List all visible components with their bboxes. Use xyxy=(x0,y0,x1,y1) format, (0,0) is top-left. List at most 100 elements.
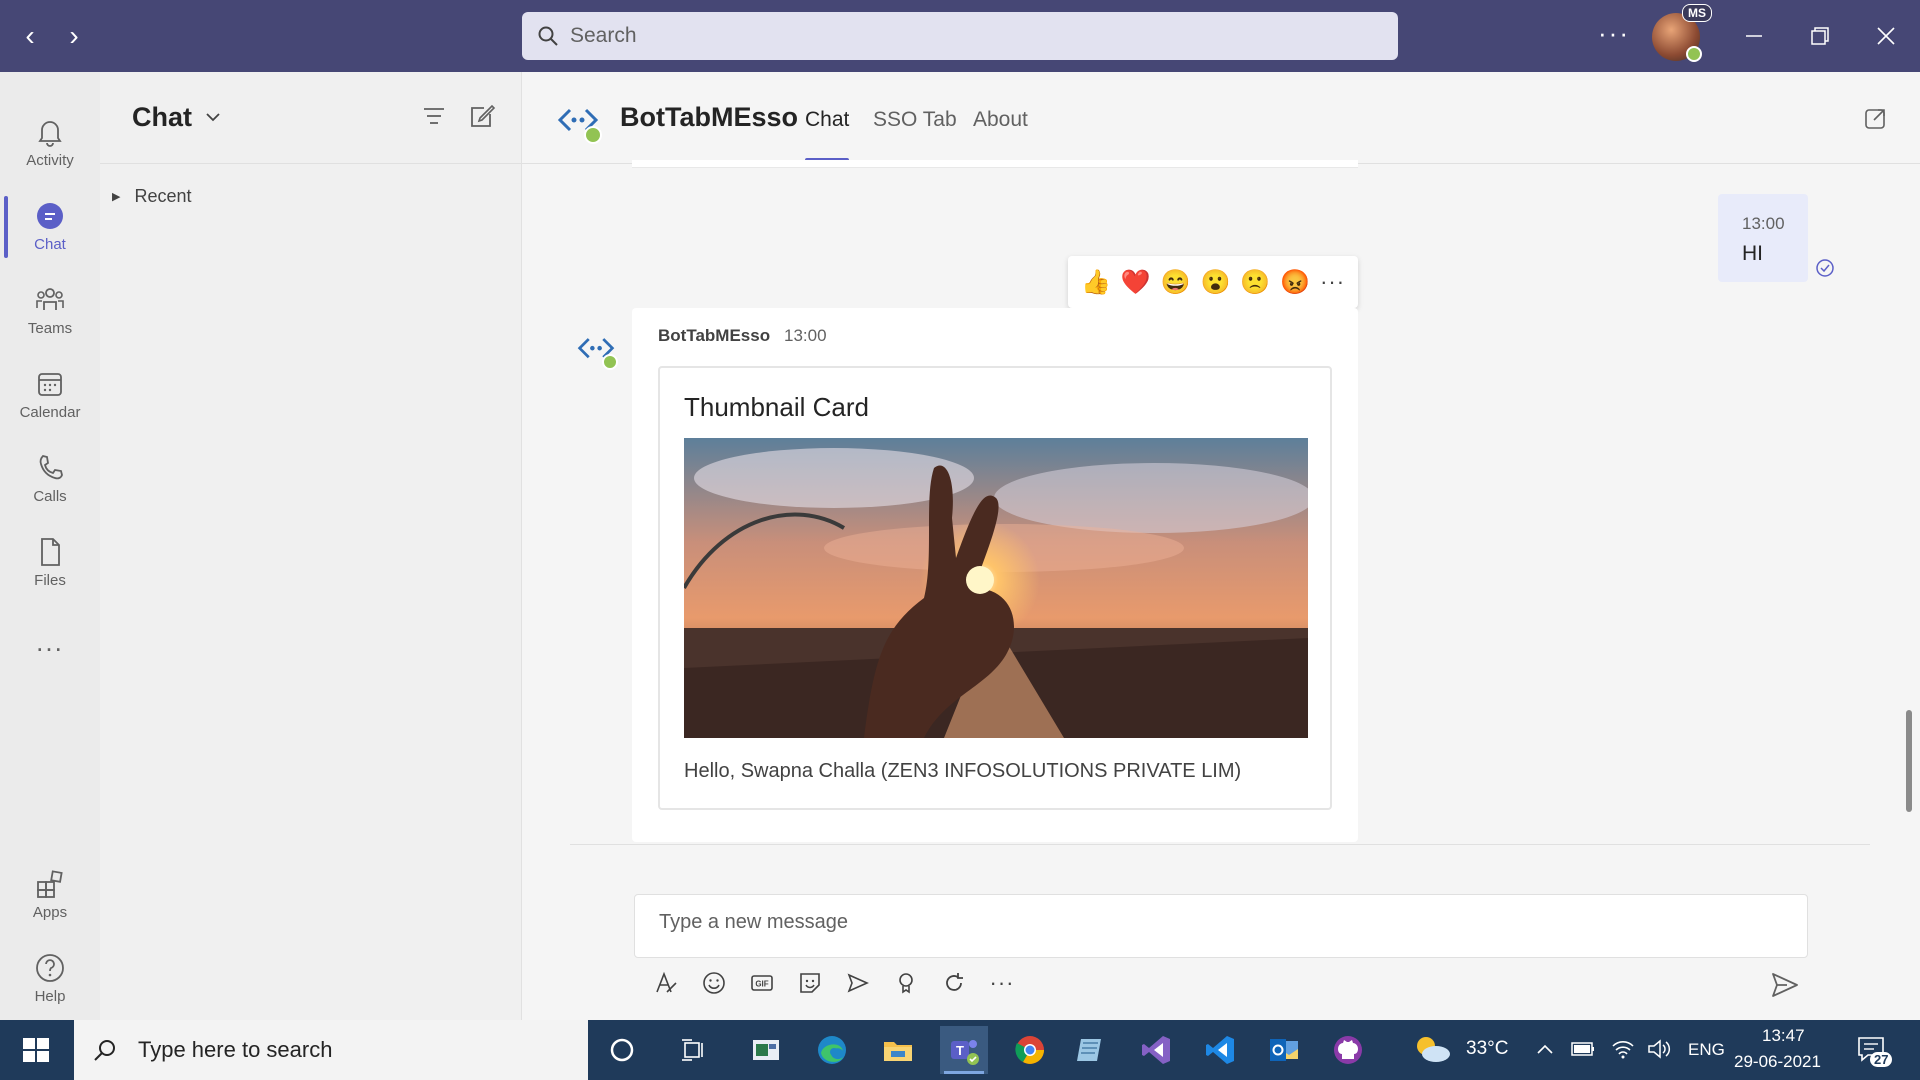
card-text: Hello, Swapna Challa (ZEN3 INFOSOLUTIONS… xyxy=(684,760,1242,782)
search-icon xyxy=(94,1040,115,1061)
cortana-icon[interactable] xyxy=(598,1026,646,1074)
more-options-icon[interactable]: ··· xyxy=(1598,18,1630,49)
presence-available-icon xyxy=(602,354,618,370)
sent-message-text: HI xyxy=(1742,242,1763,265)
chat-list-title: Chat xyxy=(132,102,192,132)
heart-reaction-icon[interactable]: ❤️ xyxy=(1121,268,1151,297)
back-arrow-icon[interactable]: ‹ xyxy=(12,18,48,54)
minimize-icon[interactable] xyxy=(1732,14,1776,58)
rail-item-files[interactable]: Files xyxy=(0,522,100,602)
thumbnail-card: Thumbnail Card Hello, Swapna Challa (ZEN… xyxy=(658,366,1332,810)
notepad-app-icon[interactable] xyxy=(1066,1026,1114,1074)
bot-message[interactable]: BotTabMEsso 13:00 Thumbnail Card Hello, … xyxy=(632,308,1358,842)
taskbar: T 33°C ENG 13:47 29-06-2021 27 xyxy=(0,1020,1920,1080)
teams-app-icon[interactable]: T xyxy=(940,1026,988,1074)
battery-icon[interactable] xyxy=(1570,1038,1596,1060)
send-icon[interactable] xyxy=(1770,970,1800,1000)
more-options-icon[interactable]: ··· xyxy=(978,966,1026,1000)
conversation-scrollbar[interactable] xyxy=(1906,710,1912,812)
sticker-icon[interactable] xyxy=(786,966,834,1000)
laugh-reaction-icon[interactable]: 😄 xyxy=(1161,268,1191,297)
rail-label: Help xyxy=(34,987,66,1005)
popout-icon[interactable] xyxy=(1862,104,1890,132)
taskbar-search-box[interactable] xyxy=(74,1020,588,1080)
card-title: Thumbnail Card xyxy=(684,392,869,422)
wifi-icon[interactable] xyxy=(1610,1036,1636,1062)
rail-item-apps[interactable]: Apps xyxy=(0,854,100,934)
chrome-icon[interactable] xyxy=(1006,1026,1054,1074)
rail-item-calls[interactable]: Calls xyxy=(0,438,100,518)
chevron-up-icon[interactable] xyxy=(1536,1042,1554,1056)
tab-chat[interactable]: Chat xyxy=(805,108,849,132)
rail-item-teams[interactable]: Teams xyxy=(0,270,100,350)
github-desktop-icon[interactable] xyxy=(1324,1026,1372,1074)
new-chat-icon[interactable] xyxy=(466,100,498,132)
edge-browser-icon[interactable] xyxy=(808,1026,856,1074)
weather-icon[interactable] xyxy=(1412,1032,1452,1066)
more-apps-icon[interactable]: ... xyxy=(0,602,100,682)
praise-icon[interactable] xyxy=(882,966,930,1000)
sad-reaction-icon[interactable]: 🙁 xyxy=(1240,268,1270,297)
snipping-tool-icon[interactable] xyxy=(742,1026,790,1074)
tab-about[interactable]: About xyxy=(973,108,1028,132)
rail-item-chat[interactable]: Chat xyxy=(0,186,100,266)
loop-icon[interactable] xyxy=(930,966,978,1000)
recent-label: Recent xyxy=(134,186,192,206)
surprised-reaction-icon[interactable]: 😮 xyxy=(1201,268,1231,297)
rail-item-help[interactable]: Help xyxy=(0,938,100,1018)
angry-reaction-icon[interactable]: 😡 xyxy=(1280,268,1310,297)
file-explorer-icon[interactable] xyxy=(874,1026,922,1074)
emoji-icon[interactable] xyxy=(690,966,738,1000)
title-bar: ‹ › ··· MS xyxy=(0,0,1920,72)
conversation-header: BotTabMEsso Chat SSO Tab About xyxy=(522,72,1920,164)
windows-start-icon[interactable] xyxy=(20,1034,52,1066)
rail-label: Calls xyxy=(33,487,67,505)
apps-icon xyxy=(37,869,63,898)
card-image xyxy=(684,438,1308,738)
filter-icon[interactable] xyxy=(418,100,450,132)
input-language[interactable]: ENG xyxy=(1688,1040,1725,1060)
search-box[interactable] xyxy=(522,12,1398,60)
vs-code-icon[interactable] xyxy=(1196,1026,1244,1074)
calendar-icon xyxy=(38,372,62,396)
rail-label: Files xyxy=(34,571,66,589)
chat-list-header: Chat xyxy=(100,72,521,164)
sent-message[interactable]: 13:00 HI xyxy=(1718,194,1808,282)
clock-date[interactable]: 29-06-2021 xyxy=(1734,1052,1821,1072)
meet-now-icon[interactable] xyxy=(834,966,882,1000)
forward-arrow-icon[interactable]: › xyxy=(56,18,92,54)
like-reaction-icon[interactable]: 👍 xyxy=(1081,268,1111,297)
task-view-icon[interactable] xyxy=(670,1026,718,1074)
close-icon[interactable] xyxy=(1864,14,1908,58)
search-input[interactable] xyxy=(570,24,1350,48)
rail-item-activity[interactable]: Activity xyxy=(0,102,100,182)
message-sender: BotTabMEsso xyxy=(658,326,771,345)
volume-icon[interactable] xyxy=(1646,1036,1672,1062)
rail-item-calendar[interactable]: Calendar xyxy=(0,354,100,434)
message-time: 13:00 xyxy=(784,326,827,345)
app-rail: Activity Chat Teams Calendar Calls Files… xyxy=(0,72,100,1020)
tab-sso-tab[interactable]: SSO Tab xyxy=(873,108,957,132)
bot-name-title: BotTabMEsso xyxy=(620,102,799,132)
restore-icon[interactable] xyxy=(1798,14,1842,58)
outlook-icon[interactable] xyxy=(1260,1026,1308,1074)
recent-section-toggle[interactable]: ▶ Recent xyxy=(112,186,192,207)
format-icon[interactable] xyxy=(642,966,690,1000)
phone-icon xyxy=(39,454,63,479)
message-input[interactable] xyxy=(659,911,1759,934)
chevron-down-icon[interactable] xyxy=(204,102,222,132)
compose-divider xyxy=(570,844,1870,845)
clock-time[interactable]: 13:47 xyxy=(1762,1026,1805,1046)
rail-label: Chat xyxy=(34,235,66,253)
bell-icon xyxy=(38,120,62,147)
rail-label: Calendar xyxy=(19,403,81,421)
taskbar-search-input[interactable] xyxy=(138,1037,578,1063)
avatar-initials-badge: MS xyxy=(1682,4,1712,22)
visual-studio-icon[interactable] xyxy=(1132,1026,1180,1074)
compose-box[interactable] xyxy=(634,894,1808,958)
more-actions-icon[interactable]: ··· xyxy=(1320,269,1345,295)
rail-label: Apps xyxy=(32,903,68,921)
rail-label: Activity xyxy=(26,151,74,169)
teams-icon xyxy=(36,287,64,310)
gif-icon[interactable]: GIF xyxy=(738,966,786,1000)
